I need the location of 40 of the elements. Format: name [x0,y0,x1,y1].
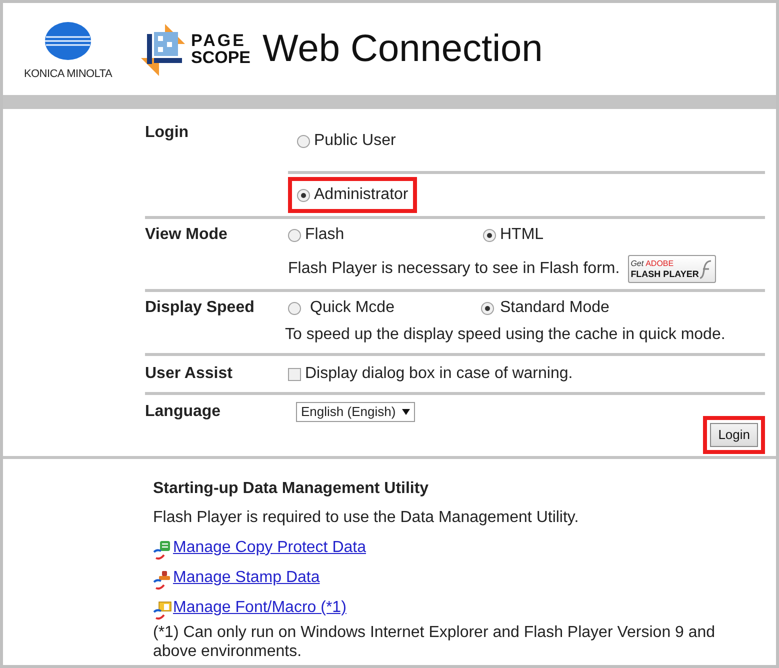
page-title: Web Connection [262,26,543,72]
logo-text: SCOPE [191,49,251,66]
globe-logo-icon [44,21,92,62]
field-label: Display Speed [145,299,254,316]
company-name: KONICA MINOLTA [24,67,112,82]
field-label: Login [145,124,189,141]
sync-icon [153,600,173,620]
utility-link[interactable]: Manage Font/Macro (*1) [173,596,346,620]
get-flash-player-button[interactable]: Get ADOBE FLASH PLAYER [628,255,716,283]
section-heading: Starting-up Data Management Utility [153,479,430,499]
dropdown-arrow-icon [402,409,410,415]
radio-button[interactable] [288,228,301,242]
field-label: Language [145,403,221,420]
footnote-text: (*1) Can only run on Windows Internet Explorer and Flash Player Version 9 and above environments. [153,623,716,661]
utility-link[interactable]: Manage Copy Protect Data [173,536,366,560]
radio-button[interactable] [297,188,310,202]
note-text: Flash Player is necessary to see in Flash form. [288,259,620,279]
option-label: Public User [314,131,396,151]
option-label: Flash [305,225,344,245]
logo-text: PAGE [191,32,247,49]
checkbox[interactable] [288,368,301,380]
option-label: HTML [500,225,544,245]
field-label: View Mode [145,226,228,243]
sync-icon [153,540,173,560]
option-label: Standard Mode [500,298,610,318]
checkbox-label: Display dialog box in case of warning. [305,364,573,384]
flash-icon [698,258,713,280]
login-button[interactable]: Login [710,423,758,446]
sync-icon [153,570,173,590]
radio-button[interactable] [483,228,496,242]
field-label: User Assist [145,365,232,382]
note-text: Flash Player is required to use the Data Management Utility. [153,508,580,528]
option-label: Quick Mcde [310,298,394,318]
language-select[interactable]: English (Engish) [296,402,415,422]
radio-button[interactable] [288,302,301,314]
note-text: To speed up the display speed using the cache in quick mode. [285,325,726,345]
utility-link[interactable]: Manage Stamp Data [173,566,320,590]
radio-button[interactable] [481,302,494,314]
option-label: Administrator [314,185,408,205]
radio-button[interactable] [297,134,310,148]
